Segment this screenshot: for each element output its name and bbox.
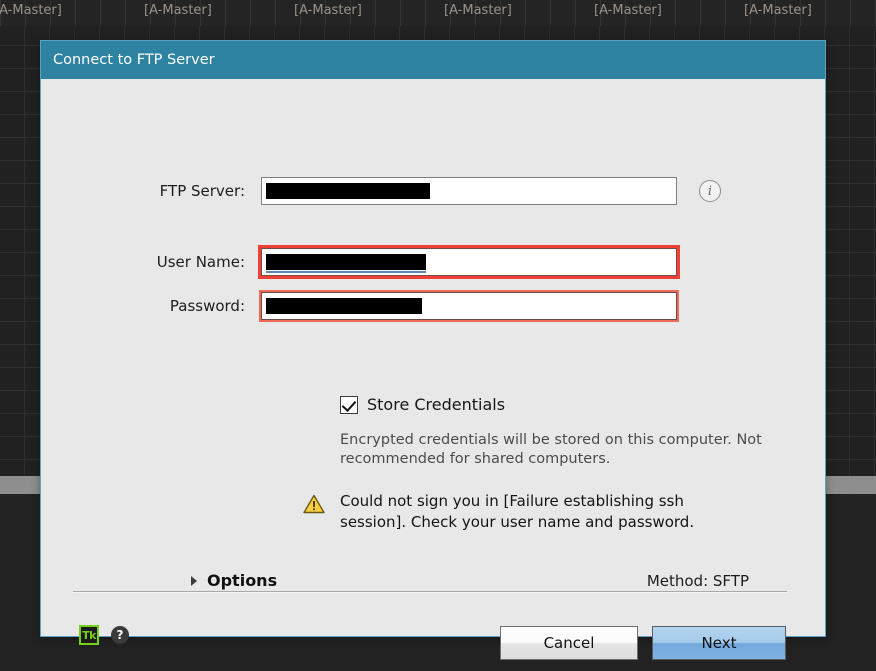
warning-triangle-icon bbox=[303, 494, 325, 514]
screen-root: [A-Master] [A-Master] [A-Master] [A-Master]… bbox=[0, 0, 876, 671]
footer-separator bbox=[73, 591, 787, 593]
sign-in-error-message: Could not sign you in [Failure establish… bbox=[303, 491, 736, 533]
app-logo-icon: Tk bbox=[79, 625, 99, 645]
ftp-server-row: FTP Server: i bbox=[41, 177, 721, 205]
triangle-right-icon[interactable] bbox=[191, 575, 197, 586]
user-name-row: User Name: bbox=[41, 245, 680, 279]
options-method-row: Options Method: SFTP bbox=[191, 571, 791, 590]
question-mark-icon[interactable]: ? bbox=[111, 626, 129, 644]
password-input[interactable] bbox=[259, 290, 679, 322]
ftp-server-label: FTP Server: bbox=[159, 182, 245, 200]
master-page-label: [A-Master] bbox=[0, 3, 62, 18]
cancel-button[interactable]: Cancel bbox=[500, 626, 638, 660]
options-toggle-label[interactable]: Options bbox=[207, 571, 277, 590]
ftp-server-redacted-value bbox=[266, 183, 430, 199]
store-credentials-label: Store Credentials bbox=[367, 395, 506, 414]
checkbox-checked-icon bbox=[340, 395, 358, 414]
password-row: Password: bbox=[41, 290, 679, 322]
master-page-label: [A-Master] bbox=[744, 3, 812, 18]
master-page-label: [A-Master] bbox=[444, 3, 512, 18]
master-page-label: [A-Master] bbox=[594, 3, 662, 18]
dialog-title: Connect to FTP Server bbox=[53, 52, 215, 68]
store-credentials-checkbox[interactable]: Store Credentials bbox=[340, 395, 505, 414]
user-name-input[interactable] bbox=[258, 245, 680, 279]
next-button[interactable]: Next bbox=[652, 626, 786, 660]
connect-to-ftp-server-dialog: Connect to FTP Server FTP Server: i User… bbox=[40, 40, 826, 660]
password-label: Password: bbox=[169, 297, 245, 315]
master-page-label: [A-Master] bbox=[294, 3, 362, 18]
info-icon[interactable]: i bbox=[699, 180, 721, 202]
master-page-label-row: [A-Master] [A-Master] [A-Master] [A-Master]… bbox=[0, 0, 876, 26]
user-name-redacted-value bbox=[266, 254, 426, 270]
dialog-titlebar[interactable]: Connect to FTP Server bbox=[41, 41, 825, 79]
user-name-focus-underline bbox=[266, 271, 426, 273]
method-label: Method: SFTP bbox=[646, 571, 749, 590]
sign-in-error-text: Could not sign you in [Failure establish… bbox=[340, 492, 695, 531]
store-credentials-help-text: Encrypted credentials will be stored on … bbox=[340, 432, 762, 467]
ftp-server-input[interactable] bbox=[261, 177, 677, 205]
master-page-label: [A-Master] bbox=[144, 3, 212, 18]
dialog-footer: Tk ? Cancel Next bbox=[41, 607, 827, 667]
password-redacted-value bbox=[266, 298, 422, 314]
dialog-body: FTP Server: i User Name: Password: Store… bbox=[41, 79, 825, 660]
user-name-label: User Name: bbox=[156, 253, 245, 271]
